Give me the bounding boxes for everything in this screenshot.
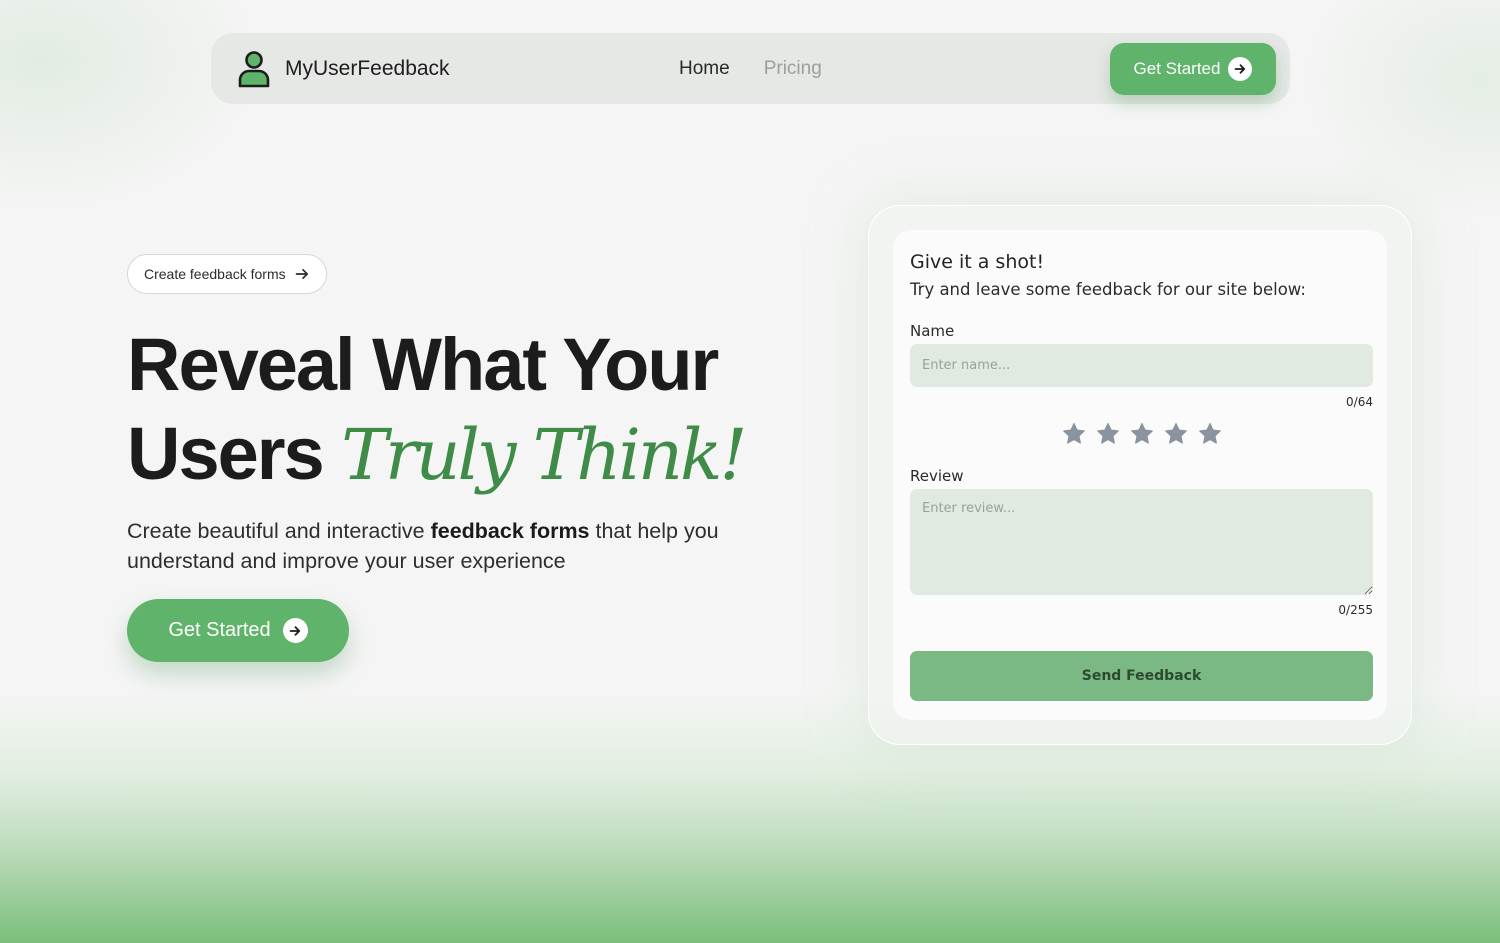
- star-icon[interactable]: [1095, 421, 1121, 447]
- hero-get-started-label: Get Started: [168, 619, 271, 641]
- hero-headline: Reveal What Your Users Truly Think!: [127, 320, 748, 500]
- arrow-right-icon: [1228, 57, 1253, 81]
- nav-link-pricing[interactable]: Pricing: [764, 58, 822, 80]
- user-icon: [238, 50, 270, 87]
- headline-accent: Truly Think!: [341, 414, 747, 496]
- send-feedback-button[interactable]: Send Feedback: [910, 651, 1373, 701]
- hero-get-started-button[interactable]: Get Started: [127, 599, 349, 662]
- nav-links: Home Pricing: [679, 33, 822, 104]
- arrow-right-icon: [282, 618, 308, 643]
- subtext-bold: feedback forms: [430, 519, 590, 543]
- review-label: Review: [910, 467, 964, 485]
- subtext-before: Create beautiful and interactive: [127, 519, 425, 543]
- star-icon[interactable]: [1197, 421, 1223, 447]
- name-label: Name: [910, 322, 955, 340]
- name-counter: 0/64: [1346, 395, 1373, 409]
- star-icon[interactable]: [1129, 421, 1155, 447]
- star-icon[interactable]: [1163, 421, 1189, 447]
- review-textarea[interactable]: [910, 489, 1373, 595]
- feedback-card: Give it a shot! Try and leave some feedb…: [868, 205, 1412, 745]
- headline-line-2-plain: Users: [127, 412, 325, 495]
- nav-link-home[interactable]: Home: [679, 58, 730, 80]
- nav-get-started-button[interactable]: Get Started: [1110, 43, 1276, 95]
- brand-name: MyUserFeedback: [285, 56, 450, 80]
- headline-line-1: Reveal What Your: [127, 323, 719, 406]
- pill-label: Create feedback forms: [144, 266, 286, 282]
- arrow-right-icon: [295, 268, 308, 280]
- star-rating: [910, 421, 1373, 447]
- form-subtitle: Try and leave some feedback for our site…: [910, 280, 1306, 299]
- star-icon[interactable]: [1061, 421, 1087, 447]
- feedback-form: Give it a shot! Try and leave some feedb…: [893, 230, 1387, 720]
- nav-get-started-label: Get Started: [1133, 59, 1221, 78]
- navbar: MyUserFeedback Home Pricing Get Started: [211, 33, 1290, 104]
- create-feedback-forms-pill[interactable]: Create feedback forms: [127, 254, 327, 294]
- form-title: Give it a shot!: [910, 251, 1045, 273]
- review-counter: 0/255: [1338, 603, 1373, 617]
- hero-subtext: Create beautiful and interactive feedbac…: [127, 516, 737, 576]
- brand[interactable]: MyUserFeedback: [237, 49, 450, 89]
- name-input[interactable]: [910, 344, 1373, 387]
